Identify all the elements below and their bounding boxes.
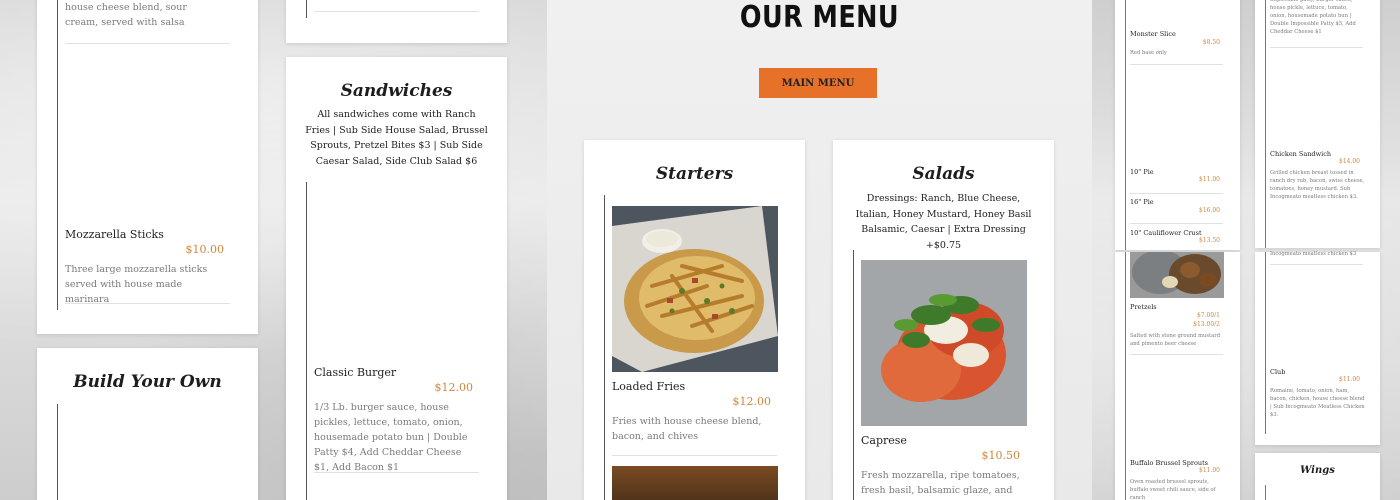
salads-card: Salads Dressings: Ranch, Blue Cheese, It… (833, 140, 1054, 500)
section-note: Dressings: Ranch, Blue Cheese, Italian, … (855, 193, 1032, 251)
item-name: 16" Pie (1130, 198, 1154, 206)
caprese-photo (861, 260, 1027, 426)
item-price: $10.50 (981, 449, 1021, 462)
item-description: Impossible patty, burger sauce, house pi… (1270, 0, 1356, 35)
item-description: Romaine, tomato, onion, ham, bacon, chic… (1270, 388, 1365, 418)
section-divider-line (853, 250, 854, 500)
item-name: Classic Burger (314, 366, 397, 379)
item-description: house cheese blend, sour cream, served w… (65, 2, 187, 28)
item-name: Caprese (861, 434, 907, 447)
section-divider-line (604, 195, 605, 500)
item-divider (1130, 193, 1223, 194)
item-divider (314, 11, 479, 12)
item-divider (1130, 223, 1223, 224)
section-divider-line (1265, 252, 1266, 434)
item-name: 10" Cauliflower Crust (1130, 229, 1202, 237)
item-price: $13.50 (1199, 237, 1220, 244)
item-price: $8.50 (1202, 39, 1220, 46)
mini-club-card: Incogmeato meatless chicken $3 Club $11.… (1255, 251, 1380, 445)
section-title: Starters (655, 164, 734, 184)
item-divider (1270, 47, 1363, 48)
item-description: Red base only (1130, 50, 1167, 56)
item-divider (1130, 64, 1223, 65)
mini-wings-card: Wings (1255, 453, 1380, 500)
sandwiches-card: Sandwiches All sandwiches come with Ranc… (286, 57, 507, 500)
item-name: Club (1270, 368, 1286, 376)
item-description: Grilled chicken breast tossed in ranch d… (1270, 170, 1365, 200)
item-price: $11.00 (1199, 176, 1220, 183)
mini-sandwiches-card: Impossible patty, burger sauce, house pi… (1255, 0, 1380, 248)
build-your-own-card: Build Your Own (37, 348, 258, 500)
section-title: Sandwiches (340, 81, 453, 101)
item-divider (612, 455, 777, 456)
page-title: OUR MENU (739, 0, 900, 35)
item-price: $7.00/1 $13.00/2 (1193, 312, 1220, 328)
item-description: Incogmeato meatless chicken $3 (1270, 251, 1357, 257)
item-price: $14.00 (1339, 158, 1360, 165)
mini-pizza-card: Monster Slice $8.50 Red base only 10" Pi… (1115, 0, 1240, 250)
item-name: 10" Pie (1130, 168, 1154, 176)
center-menu-panel: OUR MENU MAIN MENU Starters Loaded Fries… (547, 0, 1092, 500)
item-name: Pretzels (1130, 303, 1157, 311)
item-price: $11.00 (1199, 467, 1220, 474)
item-description: Salted with stone ground mustard and pim… (1130, 333, 1221, 347)
section-divider-line (1125, 0, 1126, 250)
main-menu-button[interactable]: MAIN MENU (759, 68, 877, 98)
section-title: Salads (912, 164, 975, 184)
section-divider-line (57, 404, 58, 500)
item-description: Three large mozzarella sticks served wit… (65, 264, 208, 305)
section-divider-line (306, 0, 307, 18)
section-divider-line (57, 0, 58, 310)
appetizers-card: house cheese blend, sour cream, served w… (37, 0, 258, 334)
loaded-fries-photo (612, 206, 778, 372)
item-divider (65, 43, 230, 44)
pretzels-photo (1130, 252, 1224, 298)
section-title: Wings (1300, 465, 1335, 476)
item-description: 1/3 Lb. burger sauce, house pickles, let… (314, 402, 468, 473)
section-note: All sandwiches come with Ranch Fries | S… (305, 109, 488, 167)
item-divider (1270, 264, 1363, 265)
item-name: Loaded Fries (612, 380, 686, 393)
item-price: $11.00 (1339, 376, 1360, 383)
next-item-photo (612, 466, 778, 500)
item-price: $16.00 (1199, 207, 1220, 214)
item-name: Monster Slice (1130, 30, 1176, 38)
item-price: $12.00 (434, 381, 474, 394)
item-price: $12.00 (732, 395, 772, 408)
section-divider-line (1265, 0, 1266, 248)
starters-card: Starters Loaded Fries $12.00 Fries with … (584, 140, 805, 500)
item-divider (1130, 354, 1223, 355)
item-price: $10.00 (185, 243, 225, 256)
mini-starters-card: Pretzels $7.00/1 $13.00/2 Salted with st… (1115, 252, 1240, 500)
item-description: Fries with house cheese blend, bacon, an… (612, 416, 762, 442)
item-description: Fresh mozzarella, ripe tomatoes, fresh b… (861, 470, 1020, 496)
item-name: Buffalo Brussel Sprouts (1130, 459, 1209, 467)
item-description: Oven roasted brussel sprouts, buffalo sw… (1130, 479, 1216, 500)
item-name: Chicken Sandwich (1270, 150, 1332, 158)
item-name: Mozzarella Sticks (65, 228, 164, 241)
section-divider-line (1125, 252, 1126, 500)
previous-card (286, 0, 507, 43)
section-title: Build Your Own (73, 372, 222, 392)
section-divider-line (1265, 485, 1266, 500)
item-divider (65, 303, 230, 304)
item-divider (314, 472, 479, 473)
section-divider-line (306, 182, 307, 500)
